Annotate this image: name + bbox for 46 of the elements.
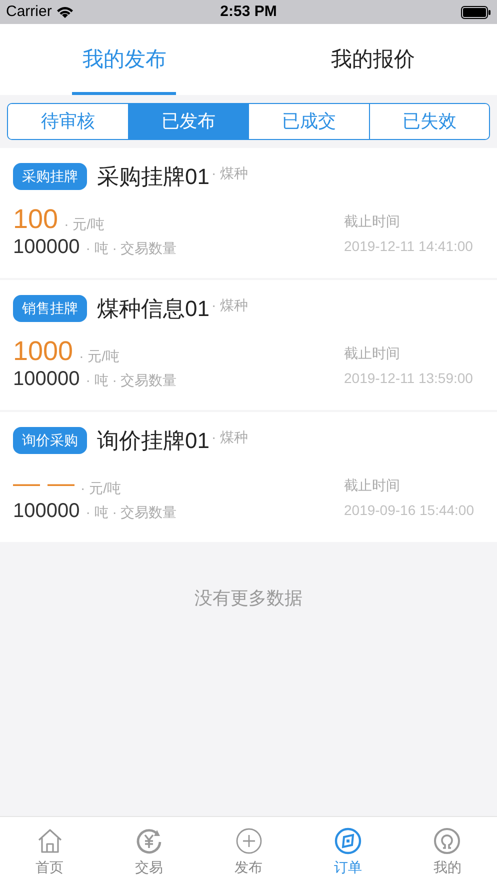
no-more-data-text: 没有更多数据 — [194, 587, 302, 610]
top-tab[interactable]: 我的报价 — [320, 24, 425, 95]
compass-icon — [334, 827, 362, 855]
category-text: · 煤种 — [211, 164, 248, 183]
deadline-label: 截止时间 — [344, 476, 401, 495]
price-unit-text: · 元/吨 — [80, 479, 121, 498]
quantity-unit-text: · 吨 · 交易数量 — [86, 239, 177, 258]
category-text: · 煤种 — [211, 296, 248, 315]
plus-circle-icon — [234, 827, 263, 855]
quantity-text: 100000 — [13, 501, 80, 521]
profile-icon — [433, 827, 462, 855]
carrier-text: Carrier — [6, 2, 52, 22]
tab-bar-item[interactable]: 发布 — [198, 817, 298, 883]
tab-bar-item[interactable]: 我的 — [398, 817, 497, 883]
price-unit-text: · 元/吨 — [79, 347, 120, 366]
price-unit-text: · 元/吨 — [64, 215, 105, 234]
price-text: 1000 — [13, 338, 74, 365]
deadline-text: 2019-09-16 15:44:00 — [344, 501, 475, 520]
quantity-text: 100000 — [13, 237, 80, 257]
listing-title: 询价挂牌01 — [97, 427, 210, 455]
house-icon — [36, 827, 64, 855]
tab-bar-item[interactable]: 订单 — [298, 817, 398, 883]
quantity-text: 100000 — [13, 369, 80, 389]
deadline-label: 截止时间 — [344, 344, 401, 363]
listing-title: 煤种信息01 — [97, 295, 210, 323]
segment-tab[interactable]: 已失效 — [368, 104, 489, 139]
listing-title: 采购挂牌01 — [97, 163, 210, 191]
price-text: — — — [13, 470, 75, 497]
price-text: 100 — [13, 206, 58, 233]
wifi-icon — [56, 6, 74, 18]
quantity-unit-text: · 吨 · 交易数量 — [86, 371, 177, 390]
yen-exchange-icon — [135, 827, 164, 855]
deadline-label: 截止时间 — [344, 212, 401, 231]
listing-type-badge: 询价采购 — [13, 427, 87, 454]
deadline-text: 2019-12-11 14:41:00 — [344, 237, 474, 256]
battery-icon — [461, 6, 491, 18]
deadline-text: 2019-12-11 13:59:00 — [344, 369, 474, 388]
listing-type-badge: 销售挂牌 — [13, 295, 87, 322]
segment-tab[interactable]: 已发布 — [128, 104, 248, 139]
tab-bar-item[interactable]: 首页 — [0, 817, 100, 883]
listing-type-badge: 采购挂牌 — [13, 163, 87, 190]
category-text: · 煤种 — [211, 428, 248, 447]
top-tab[interactable]: 我的发布 — [72, 24, 176, 95]
clock-text: 2:53 PM — [220, 2, 277, 22]
tab-bar-item[interactable]: 交易 — [99, 817, 199, 883]
quantity-unit-text: · 吨 · 交易数量 — [86, 503, 177, 522]
